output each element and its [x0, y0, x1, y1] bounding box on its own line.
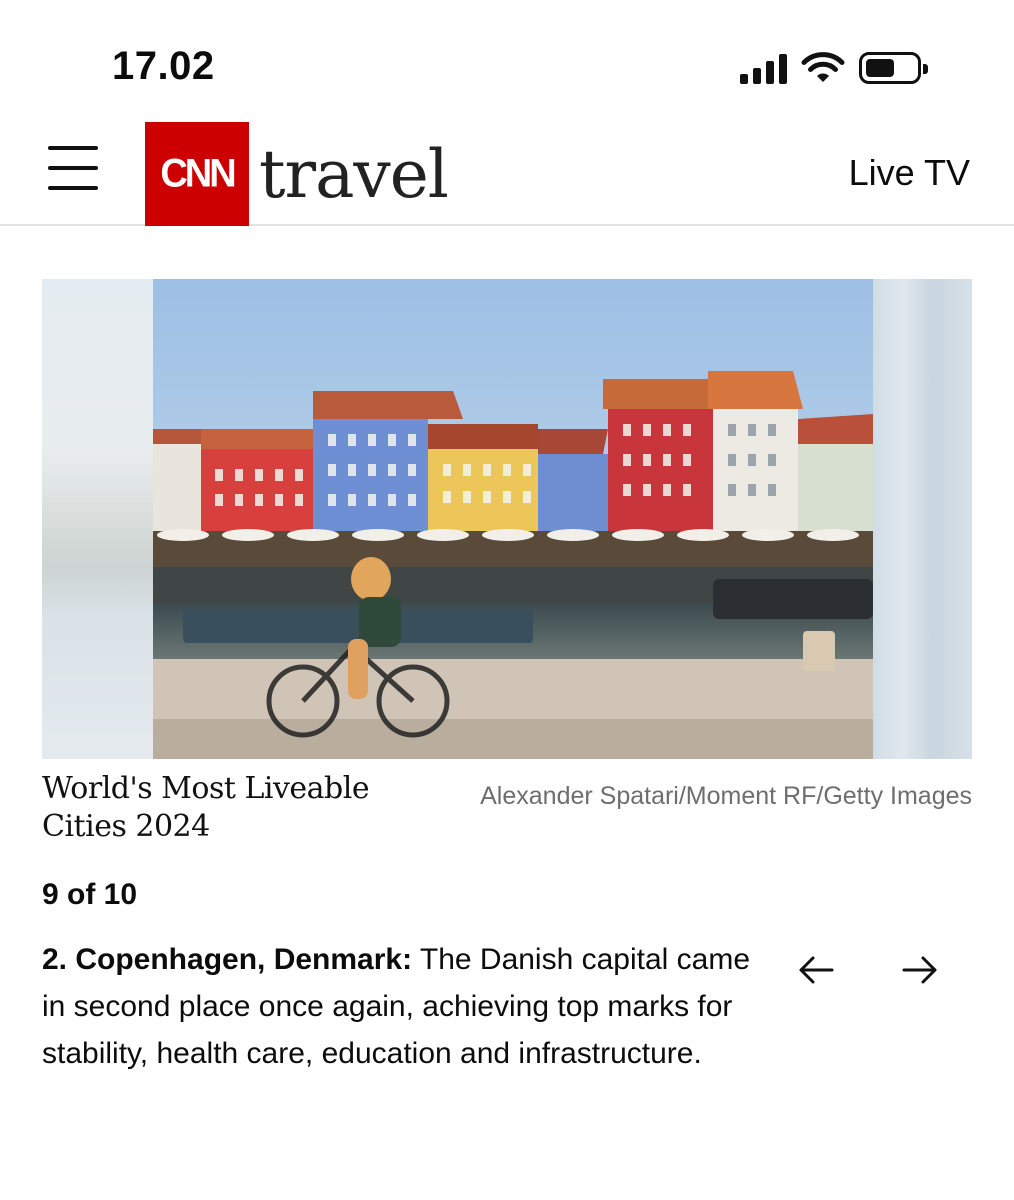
cnn-logo-text: CNN [160, 151, 236, 196]
status-icons [740, 48, 928, 88]
hamburger-menu-icon[interactable] [48, 146, 98, 190]
next-slide-peek[interactable] [873, 279, 972, 759]
status-time: 17.02 [112, 44, 215, 88]
status-bar: 17.02 [0, 0, 1014, 110]
battery-cap [923, 64, 928, 74]
section-name: travel [259, 136, 449, 213]
cnn-logo-box: CNN [145, 122, 249, 226]
photo-gallery[interactable] [42, 279, 972, 759]
copenhagen-photo-illustration [153, 279, 873, 759]
photo-credit: Alexander Spatari/Moment RF/Getty Images [480, 782, 972, 810]
gallery-photo [153, 279, 873, 759]
slide-counter: 9 of 10 [42, 878, 138, 911]
site-header: CNN travel Live TV [0, 110, 1014, 226]
slide-navigation [796, 950, 946, 990]
arrow-right-icon[interactable] [900, 950, 940, 990]
slide-heading: 2. Copenhagen, Denmark: [42, 943, 413, 976]
battery-icon [859, 52, 928, 84]
wifi-icon [801, 52, 845, 82]
gallery-title: World's Most Liveable Cities 2024 [42, 771, 370, 844]
cnn-travel-logo[interactable]: CNN travel [145, 122, 449, 226]
battery-level [866, 59, 894, 77]
cellular-signal-icon [740, 52, 787, 84]
live-tv-link[interactable]: Live TV [849, 152, 970, 194]
previous-slide-peek[interactable] [42, 279, 153, 759]
arrow-left-icon[interactable] [796, 950, 836, 990]
slide-description: 2. Copenhagen, Denmark: The Danish capit… [42, 936, 772, 1077]
